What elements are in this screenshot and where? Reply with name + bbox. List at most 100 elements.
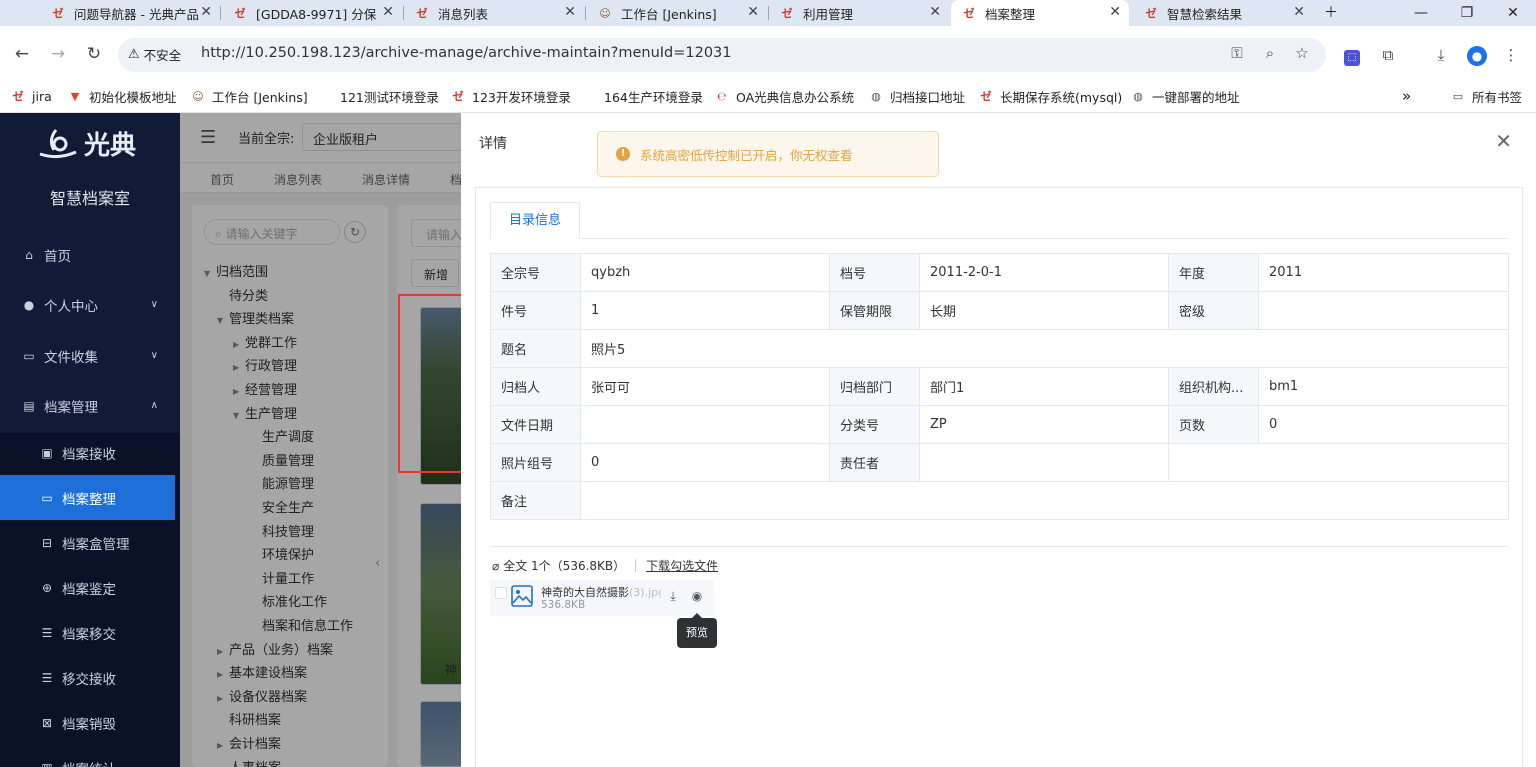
field-value: 1 [580, 291, 830, 330]
download-selected-link[interactable]: 下载勾选文件 [646, 557, 718, 574]
minimize-button[interactable]: — [1398, 0, 1444, 26]
browser-tab-strip: ゼ问题导航器 - 光典产品 ✕ ゼ [GDDA8-9971] 分保 ✕ ゼ消息列表 ✕ … [0, 0, 1536, 26]
window-close-button[interactable]: ✕ [1490, 0, 1536, 26]
close-icon[interactable]: ✕ [382, 4, 394, 20]
bookmarks-overflow-button[interactable]: » [1402, 85, 1411, 107]
bookmark-item[interactable]: ゼ jira [10, 85, 52, 107]
jenkins-icon: ☺ [192, 89, 204, 103]
field-value: 部门1 [919, 367, 1169, 406]
bookmark-item[interactable]: ▼ 初始化模板地址 [67, 85, 177, 107]
oa-icon: ℮ [717, 89, 727, 103]
menu-item-personal[interactable]: ● 个人中心 ∨ [0, 282, 180, 327]
submenu-item-transfer[interactable]: ☰ 档案移交 [0, 610, 180, 655]
field-value [919, 443, 1169, 482]
profile-avatar-icon[interactable]: ● [1466, 44, 1488, 66]
browser-tab[interactable]: ゼ利用管理 ✕ [769, 0, 949, 26]
highlight-box [398, 294, 466, 473]
jenkins-icon: ☺ [599, 6, 611, 20]
bookmark-item[interactable]: ℮ OA光典信息办公系统 [714, 85, 854, 107]
forward-button[interactable]: → [48, 44, 68, 64]
field-value: 张可可 [580, 367, 830, 406]
bookmark-star-icon[interactable]: ☆ [1291, 44, 1313, 62]
reload-button[interactable]: ↻ [84, 44, 104, 64]
back-button[interactable]: ← [12, 44, 32, 64]
restore-button[interactable]: ❐ [1444, 0, 1490, 26]
table-row: 照片组号 0 责任者 [490, 443, 1509, 482]
image-file-icon [511, 585, 533, 607]
bookmarks-bar: ゼ jira ▼ 初始化模板地址 ☺ 工作台 [Jenkins] 121测试环境登录 … [0, 80, 1536, 113]
file-checkbox[interactable] [495, 587, 507, 599]
jira-icon: ゼ [452, 90, 464, 103]
bookmark-item[interactable]: ゼ 123开发环境登录 [450, 85, 571, 107]
menu-item-collect[interactable]: ▭ 文件收集 ∨ [0, 333, 180, 378]
submenu-item-destroy[interactable]: ⊠ 档案销毁 [0, 700, 180, 745]
extension-icon[interactable]: ⬚ [1341, 44, 1363, 66]
close-icon[interactable]: ✕ [1109, 4, 1121, 20]
field-value: qybzh [580, 253, 830, 292]
close-icon[interactable]: ✕ [200, 4, 212, 20]
list-icon: ☰ [41, 670, 53, 685]
browser-tab[interactable]: ゼ问题导航器 - 光典产品 ✕ [40, 0, 220, 26]
app-name: 智慧档案室 [49, 189, 130, 208]
field-label: 照片组号 [490, 443, 581, 482]
site-security-chip[interactable]: ⚠ 不安全 [128, 45, 181, 64]
address-bar[interactable]: ⚠ 不安全 http://10.250.198.123/archive-manag… [118, 38, 1326, 72]
browser-tab[interactable]: ゼ智慧检索结果 ✕ [1133, 0, 1313, 26]
menu-item-archive-manage[interactable]: ▤ 档案管理 ∧ [0, 383, 180, 428]
close-icon[interactable]: ✕ [1495, 129, 1512, 153]
preview-eye-icon[interactable]: ◉ [689, 589, 705, 605]
close-icon[interactable]: ✕ [564, 4, 576, 20]
close-icon[interactable]: ✕ [1293, 4, 1305, 20]
browser-menu-icon[interactable]: ⋮ [1500, 44, 1522, 66]
globe-icon: ◍ [1133, 89, 1143, 103]
bookmark-item[interactable]: ◍ 一键部署的地址 [1130, 85, 1239, 107]
preview-tooltip: 预览 [677, 613, 717, 648]
files-summary-bar: ⌀ 全文 1个（536.8KB） 下载勾选文件 [492, 557, 718, 574]
field-value [580, 405, 830, 444]
browser-tab[interactable]: ゼ消息列表 ✕ [404, 0, 584, 26]
bookmark-item[interactable]: 121测试环境登录 [340, 85, 439, 107]
table-row: 归档人 张可可 归档部门 部门1 组织机构... bm1 [490, 367, 1509, 406]
field-label: 件号 [490, 291, 581, 330]
bookmark-item[interactable]: ☺ 工作台 [Jenkins] [190, 85, 307, 107]
browser-tab-active[interactable]: ゼ档案整理 ✕ [951, 0, 1129, 26]
url-text[interactable]: http://10.250.198.123/archive-manage/arc… [201, 45, 732, 61]
submenu-item-arrange[interactable]: ▭ 档案整理 [0, 475, 175, 520]
field-label: 备注 [490, 481, 581, 520]
browser-tab[interactable]: ゼ [GDDA8-9971] 分保 ✕ [222, 0, 402, 26]
submenu-item-receive[interactable]: ▣ 档案接收 [0, 430, 180, 475]
submenu-item-box[interactable]: ⊟ 档案盒管理 [0, 520, 180, 565]
bookmark-item[interactable]: ゼ长期保存系统(mysql) [978, 85, 1123, 107]
folder-icon: ▭ [1452, 89, 1464, 103]
jira-icon: ゼ [416, 7, 428, 20]
download-icon[interactable]: ⤓ [665, 589, 681, 605]
field-value: 长期 [919, 291, 1169, 330]
gitlab-icon: ▼ [70, 89, 80, 103]
submenu-item-transfer-receive[interactable]: ☰ 移交接收 [0, 655, 180, 700]
chart-icon: ▥ [40, 761, 54, 767]
zoom-icon[interactable]: ⌕ [1259, 44, 1281, 62]
table-row: 备注 [490, 481, 1509, 520]
bookmark-item[interactable]: 164生产环境登录 [604, 85, 703, 107]
field-label: 分类号 [829, 405, 920, 444]
all-bookmarks-button[interactable]: ▭ 所有书签 [1450, 85, 1522, 107]
box-icon: ⊟ [41, 535, 53, 550]
submenu-item-appraise[interactable]: ⊕ 档案鉴定 [0, 565, 180, 610]
browser-tab[interactable]: ☺ 工作台 [Jenkins] ✕ [587, 0, 767, 26]
download-icon[interactable]: ⤓ [1430, 44, 1452, 66]
drawer-body: 目录信息 全宗号 qybzh 档号 2011-2-0-1 年度 2011 件号 … [475, 187, 1523, 767]
tab-catalog-info[interactable]: 目录信息 [490, 202, 581, 239]
submenu-item-stats[interactable]: ▥档案统计 [0, 745, 180, 767]
close-icon[interactable]: ✕ [747, 4, 759, 20]
field-value [1258, 291, 1509, 330]
drawer-title: 详情 [479, 136, 507, 152]
menu-item-home[interactable]: ⌂ 首页 [0, 232, 180, 277]
close-icon[interactable]: ✕ [929, 4, 941, 20]
extensions-puzzle-icon[interactable]: ⧉ [1377, 44, 1399, 66]
bookmark-item[interactable]: ◍ 归档接口地址 [868, 85, 965, 107]
new-tab-button[interactable]: ＋ [1316, 0, 1346, 26]
file-item[interactable]: 神奇的大自然摄影(3).jpg 536.8KB ⤓ ◉ [490, 580, 714, 616]
table-row: 件号 1 保管期限 长期 密级 [490, 291, 1509, 330]
password-key-icon[interactable]: ⚿ [1226, 44, 1248, 62]
security-label: 不安全 [143, 48, 182, 63]
